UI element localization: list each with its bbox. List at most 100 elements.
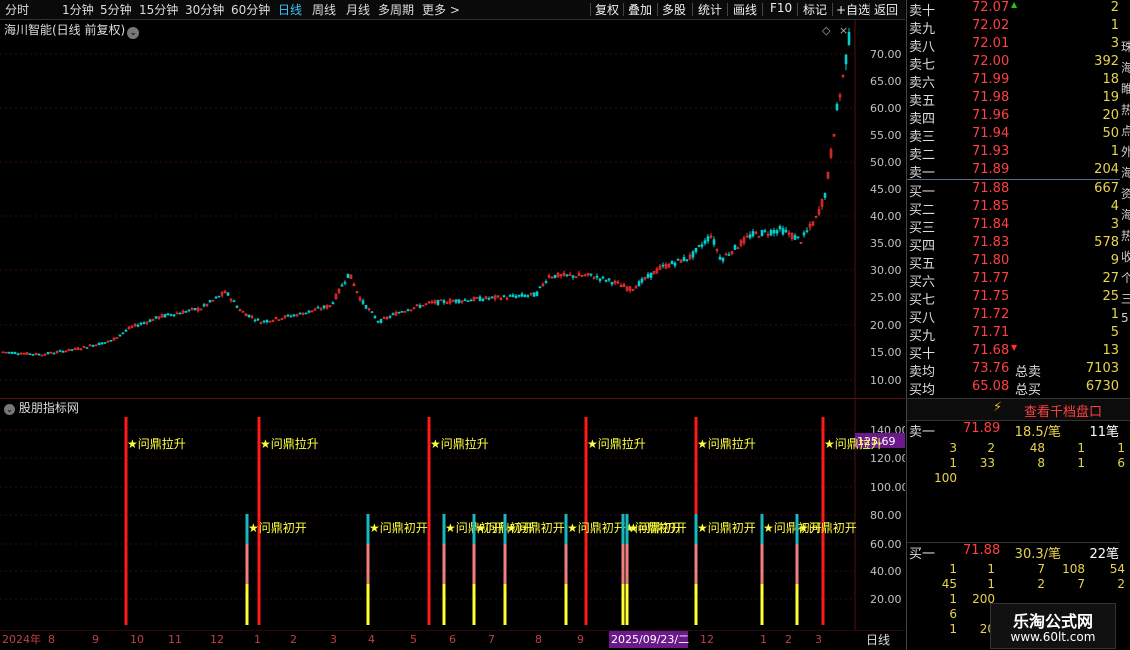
bid-level-row[interactable]: 买五 71.80 9 bbox=[907, 253, 1119, 272]
tick-volume: 1 bbox=[1077, 441, 1085, 455]
candle-body bbox=[844, 54, 848, 65]
signal-mid-pink bbox=[366, 544, 370, 584]
period-tab-5min[interactable]: 5分钟 bbox=[100, 1, 132, 18]
candle-body bbox=[835, 103, 839, 111]
indicator-chart[interactable]: 140.00 120.00 100.00 80.00 60.00 40.00 2… bbox=[0, 399, 905, 630]
bid-average-row: 买均 65.08 总买 6730 bbox=[907, 379, 1119, 398]
ask-level-row[interactable]: 卖六 71.99 18 bbox=[907, 72, 1119, 91]
candle-body bbox=[70, 349, 74, 351]
candle-body bbox=[226, 292, 230, 296]
bid-avg-label: 买均 bbox=[909, 383, 936, 398]
candle-body bbox=[370, 311, 374, 313]
candle-body bbox=[733, 244, 737, 250]
ask-level-price: 71.94 bbox=[972, 126, 1010, 141]
mark-button[interactable]: 标记 bbox=[803, 1, 827, 18]
sell1-avg: 18.5/笔 bbox=[1014, 425, 1061, 440]
candle-body bbox=[400, 311, 404, 313]
candle-body bbox=[286, 314, 290, 317]
ask-level-row[interactable]: 卖八 72.01 3 bbox=[907, 36, 1119, 55]
spread-divider bbox=[907, 179, 1121, 180]
bid-level-row[interactable]: 买三 71.84 3 bbox=[907, 217, 1119, 236]
candle-body bbox=[397, 311, 401, 314]
period-tab-60min[interactable]: 60分钟 bbox=[231, 1, 270, 18]
candle-body bbox=[685, 259, 689, 261]
back-button[interactable]: 返回 bbox=[874, 1, 898, 18]
bid-level-row[interactable]: 买四 71.83 578 bbox=[907, 235, 1119, 254]
signal-mid-label: ★问鼎初开 bbox=[628, 521, 687, 535]
draw-line-button[interactable]: 画线 bbox=[733, 1, 757, 18]
candle-body bbox=[682, 257, 686, 262]
overlay-button[interactable]: 叠加 bbox=[628, 1, 652, 18]
period-tab-daily[interactable]: 日线 bbox=[278, 1, 302, 18]
date-label: 10 bbox=[130, 633, 144, 646]
ask-level-row[interactable]: 卖四 71.96 20 bbox=[907, 108, 1119, 127]
date-label: 3 bbox=[815, 633, 822, 646]
bid-level-row[interactable]: 买九 71.71 5 bbox=[907, 325, 1119, 344]
divider bbox=[832, 3, 833, 16]
bid-level-row[interactable]: 买十 71.68 13 ▼ bbox=[907, 343, 1119, 362]
candle-body bbox=[247, 314, 251, 318]
level-depth-bar[interactable]: ⚡ 查看千档盘口 bbox=[907, 398, 1130, 421]
period-tab-weekly[interactable]: 周线 bbox=[312, 1, 336, 18]
buy1-price: 71.88 bbox=[963, 543, 1001, 558]
signal-mid-yellow bbox=[795, 584, 799, 625]
bid-level-row[interactable]: 买八 71.72 1 bbox=[907, 307, 1119, 326]
candle-body bbox=[178, 312, 182, 315]
diamond-icon[interactable]: ◇ bbox=[822, 24, 831, 37]
candle-body bbox=[376, 320, 380, 323]
ask-level-row[interactable]: 卖三 71.94 50 bbox=[907, 126, 1119, 145]
f10-button[interactable]: F10 bbox=[770, 1, 792, 15]
signal-mid-pink bbox=[621, 544, 625, 584]
candle-body bbox=[169, 314, 173, 316]
bid-level-row[interactable]: 买七 71.75 25 bbox=[907, 289, 1119, 308]
side-news-char: 外 bbox=[1121, 145, 1130, 159]
add-favorite-button[interactable]: +自选 bbox=[836, 1, 870, 18]
tick-volume: 6 bbox=[1117, 456, 1125, 470]
ask-level-row[interactable]: 卖七 72.00 392 bbox=[907, 54, 1119, 73]
candle-body bbox=[721, 257, 725, 262]
bid-level-row[interactable]: 买一 71.88 667 bbox=[907, 181, 1119, 200]
ask-level-row[interactable]: 卖一 71.89 204 bbox=[907, 162, 1119, 181]
period-label[interactable]: 日线 bbox=[866, 633, 890, 647]
ask-level-row[interactable]: 卖十 72.07 2 ▲ bbox=[907, 0, 1119, 19]
period-tab-1min[interactable]: 1分钟 bbox=[62, 1, 94, 18]
period-tab-fenshi[interactable]: 分时 bbox=[5, 1, 29, 18]
period-tab-multi[interactable]: 多周期 bbox=[378, 1, 414, 18]
tick-volume: 108 bbox=[1062, 562, 1085, 576]
view-depth-button[interactable]: 查看千档盘口 bbox=[1024, 401, 1102, 420]
tick-volume: 1 bbox=[1117, 441, 1125, 455]
period-tab-monthly[interactable]: 月线 bbox=[346, 1, 370, 18]
divider bbox=[727, 3, 728, 16]
signal-mid-yellow bbox=[760, 584, 764, 625]
buy1-label: 买一 bbox=[909, 547, 936, 562]
candle-body bbox=[340, 284, 344, 287]
candle-body bbox=[676, 258, 680, 261]
ask-level-row[interactable]: 卖五 71.98 19 bbox=[907, 90, 1119, 109]
bid-level-price: 71.85 bbox=[972, 199, 1010, 214]
tick-volume: 48 bbox=[1029, 441, 1045, 455]
multi-stock-button[interactable]: 多股 bbox=[662, 1, 686, 18]
ask-level-volume: 20 bbox=[1102, 108, 1119, 123]
candle-body bbox=[28, 353, 32, 356]
tick-volume: 1 bbox=[987, 577, 995, 591]
candle-body bbox=[307, 310, 311, 313]
bid-level-row[interactable]: 买二 71.85 4 bbox=[907, 199, 1119, 218]
stats-button[interactable]: 统计 bbox=[698, 1, 722, 18]
price-tick: 20.00 bbox=[870, 319, 902, 332]
candle-body bbox=[463, 299, 467, 302]
candle-body bbox=[784, 229, 788, 233]
close-icon[interactable]: × bbox=[839, 24, 848, 37]
period-tab-30min[interactable]: 30分钟 bbox=[185, 1, 224, 18]
price-chart[interactable]: 70.00 65.00 60.00 55.00 50.00 45.00 40.0… bbox=[0, 20, 905, 398]
period-tab-15min[interactable]: 15分钟 bbox=[139, 1, 178, 18]
candle-body bbox=[418, 305, 422, 308]
candle-body bbox=[772, 230, 776, 234]
period-tab-more[interactable]: 更多 > bbox=[422, 1, 460, 18]
adjust-button[interactable]: 复权 bbox=[595, 1, 619, 18]
candle-body bbox=[121, 332, 125, 335]
bid-level-row[interactable]: 买六 71.77 27 bbox=[907, 271, 1119, 290]
ask-level-row[interactable]: 卖九 72.02 1 bbox=[907, 18, 1119, 37]
lightning-icon: ⚡ bbox=[993, 400, 1003, 415]
candle-body bbox=[442, 300, 446, 304]
ask-level-row[interactable]: 卖二 71.93 1 bbox=[907, 144, 1119, 163]
